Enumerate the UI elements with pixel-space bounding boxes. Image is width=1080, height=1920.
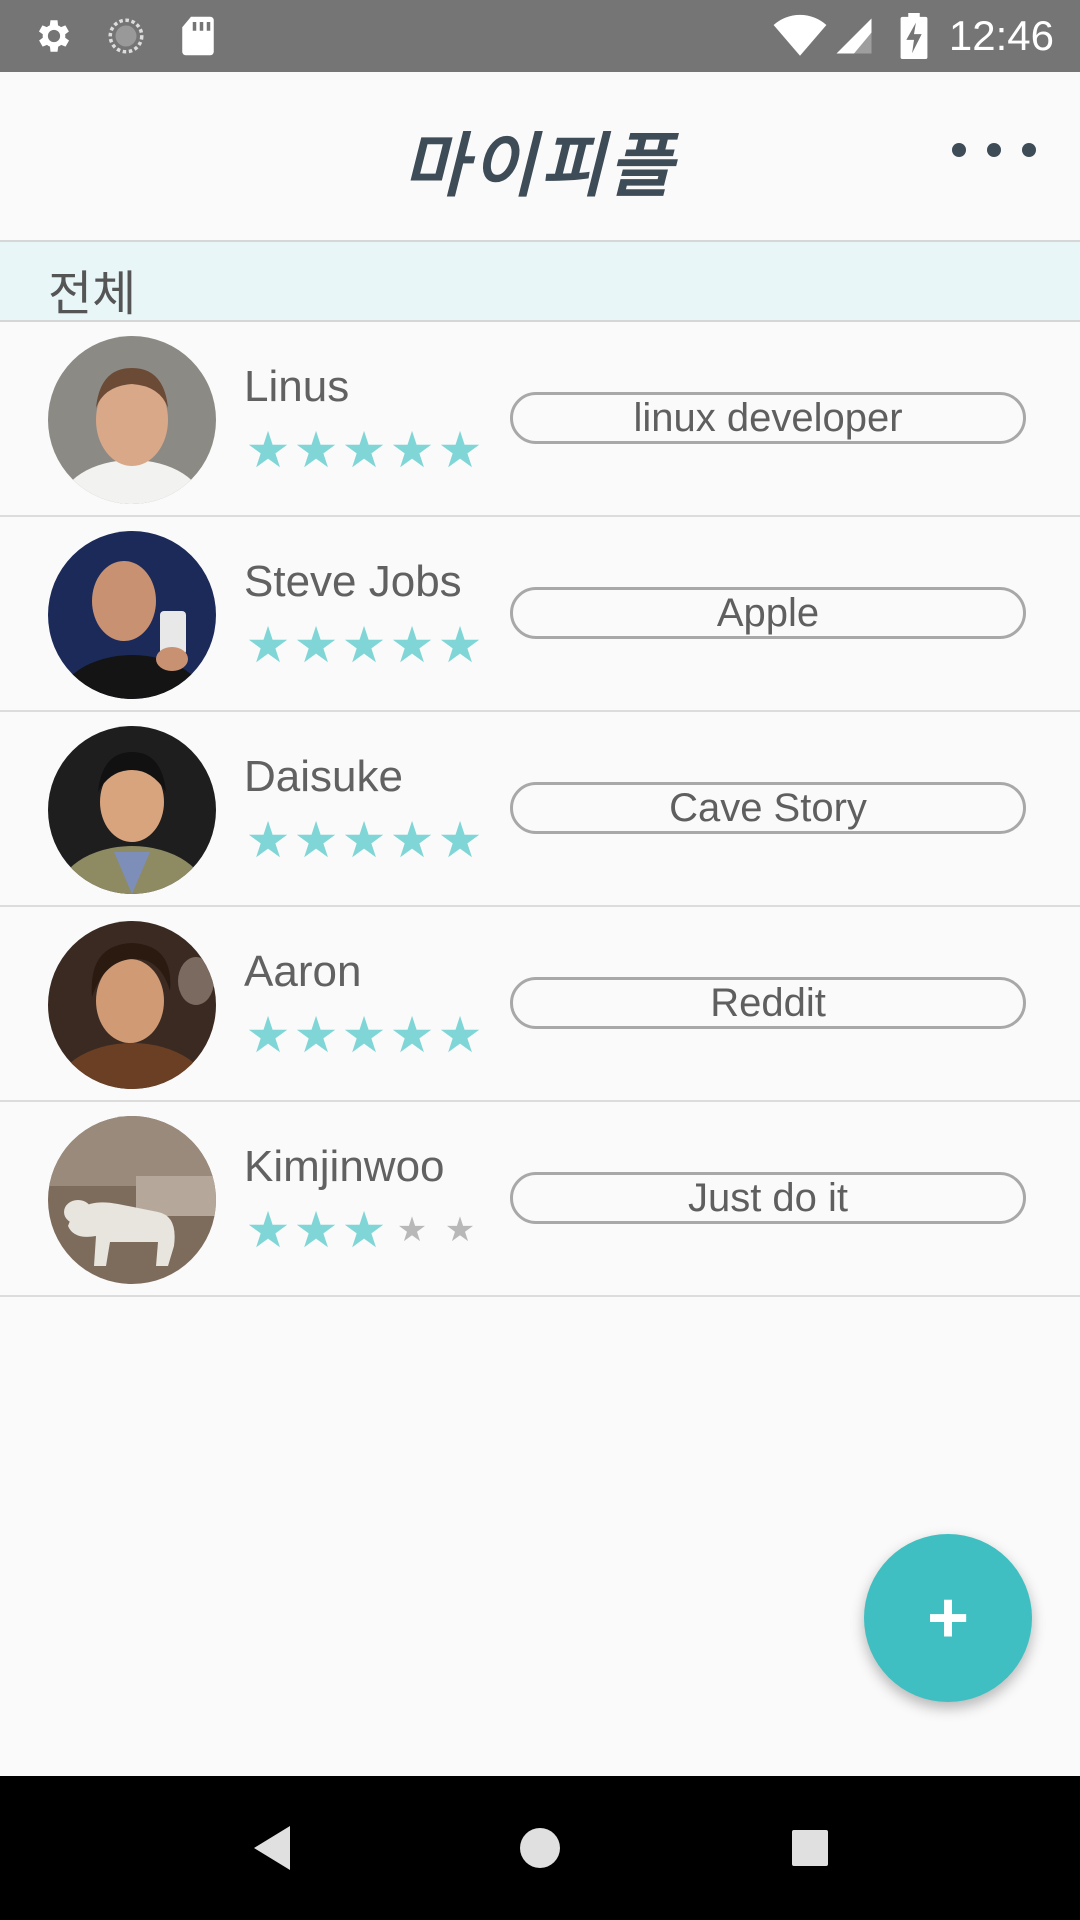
star-filled-icon: ★ (245, 1202, 291, 1258)
star-filled-icon: ★ (389, 617, 435, 673)
star-filled-icon: ★ (437, 617, 483, 673)
star-empty-icon: ★ (444, 1211, 476, 1249)
star-rating: ★ ★ ★ ★ ★ (244, 1007, 484, 1063)
person-tag[interactable]: Cave Story (510, 782, 1026, 834)
sd-card-icon (176, 14, 220, 58)
battery-charging-icon (892, 13, 936, 59)
more-options-button[interactable] (952, 132, 1036, 168)
more-horizontal-icon (1022, 143, 1036, 157)
star-filled-icon: ★ (245, 422, 291, 478)
section-header[interactable]: 전체 (0, 242, 1080, 322)
star-filled-icon: ★ (341, 1007, 387, 1063)
recents-icon[interactable] (782, 1820, 838, 1876)
navigation-bar (0, 1776, 1080, 1920)
add-icon: + (926, 1578, 970, 1658)
back-icon[interactable] (244, 1820, 300, 1876)
more-horizontal-icon (987, 143, 1001, 157)
avatar (48, 531, 216, 699)
star-filled-icon: ★ (437, 422, 483, 478)
person-tag[interactable]: Apple (510, 587, 1026, 639)
star-filled-icon: ★ (293, 617, 339, 673)
list-item[interactable]: Kimjinwoo ★ ★ ★ ★ ★ Just do it (0, 1102, 1080, 1297)
star-rating: ★ ★ ★ ★ ★ (244, 422, 484, 478)
avatar (48, 1116, 216, 1284)
status-time: 12:46 (948, 12, 1054, 59)
add-person-button[interactable]: + (864, 1534, 1032, 1702)
person-tag[interactable]: Reddit (510, 977, 1026, 1029)
star-filled-icon: ★ (389, 812, 435, 868)
home-icon[interactable] (512, 1820, 568, 1876)
star-filled-icon: ★ (437, 812, 483, 868)
star-filled-icon: ★ (293, 1007, 339, 1063)
avatar (48, 726, 216, 894)
star-filled-icon: ★ (341, 1202, 387, 1258)
person-tag[interactable]: linux developer (510, 392, 1026, 444)
star-rating: ★ ★ ★ ★ ★ (244, 617, 484, 673)
avatar (48, 921, 216, 1089)
star-empty-icon: ★ (396, 1211, 428, 1249)
person-name: Steve Jobs (244, 557, 462, 606)
star-filled-icon: ★ (389, 422, 435, 478)
list-item[interactable]: Daisuke ★ ★ ★ ★ ★ Cave Story (0, 712, 1080, 907)
app-title: 마이피플 (403, 124, 677, 207)
more-horizontal-icon (952, 143, 966, 157)
gear-icon (32, 14, 76, 58)
person-name: Daisuke (244, 752, 403, 801)
list-item[interactable]: Linus ★ ★ ★ ★ ★ linux developer (0, 322, 1080, 517)
star-filled-icon: ★ (293, 812, 339, 868)
star-filled-icon: ★ (245, 812, 291, 868)
avatar (48, 336, 216, 504)
list-item[interactable]: Aaron ★ ★ ★ ★ ★ Reddit (0, 907, 1080, 1102)
star-rating: ★ ★ ★ ★ ★ (244, 812, 484, 868)
section-label: 전체 (48, 266, 137, 322)
wifi-icon (772, 14, 828, 58)
screen: 12:46 마이피플 전체 Linus ★ ★ ★ ★ ★ linux deve… (0, 0, 1080, 1920)
status-bar: 12:46 (0, 0, 1080, 72)
app-bar: 마이피플 (0, 72, 1080, 242)
list-item[interactable]: Steve Jobs ★ ★ ★ ★ ★ Apple (0, 517, 1080, 712)
star-filled-icon: ★ (341, 812, 387, 868)
star-filled-icon: ★ (293, 422, 339, 478)
star-filled-icon: ★ (389, 1007, 435, 1063)
signal-icon (832, 14, 876, 58)
person-name: Linus (244, 362, 350, 411)
star-rating: ★ ★ ★ ★ ★ (244, 1202, 484, 1258)
person-tag[interactable]: Just do it (510, 1172, 1026, 1224)
star-filled-icon: ★ (341, 422, 387, 478)
person-name: Aaron (244, 947, 362, 996)
person-name: Kimjinwoo (244, 1142, 445, 1191)
star-filled-icon: ★ (341, 617, 387, 673)
star-filled-icon: ★ (293, 1202, 339, 1258)
star-filled-icon: ★ (245, 617, 291, 673)
sync-icon (104, 14, 148, 58)
star-filled-icon: ★ (245, 1007, 291, 1063)
star-filled-icon: ★ (437, 1007, 483, 1063)
